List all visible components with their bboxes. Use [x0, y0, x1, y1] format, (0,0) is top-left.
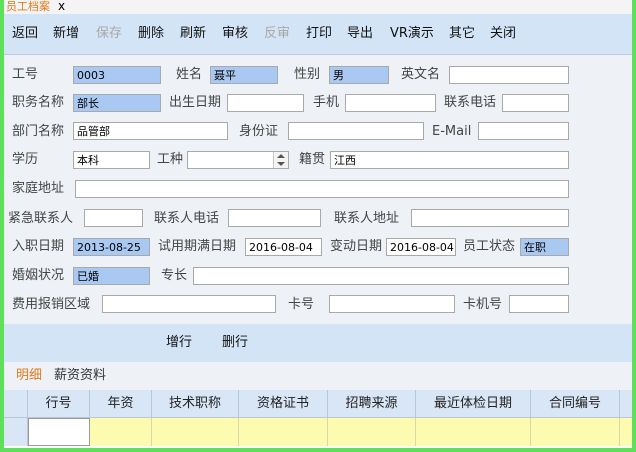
tab-employee-file[interactable]: 员工档案: [6, 0, 50, 14]
cell-certificate[interactable]: [239, 418, 328, 446]
expense-field[interactable]: [102, 295, 276, 313]
card-field[interactable]: [329, 295, 455, 313]
detail-tabs: 明细 薪资资料: [4, 362, 632, 388]
change-label: 变动日期: [330, 239, 383, 254]
export-button[interactable]: 导出: [347, 14, 373, 54]
cell-tech-title[interactable]: [152, 418, 239, 446]
window: 员工档案 x 返回 新增 保存 删除 刷新 审核 反审 打印 导出 VR演示 其…: [4, 0, 632, 448]
name-label: 姓名: [176, 67, 203, 82]
eng-name-label: 英文名: [401, 67, 441, 82]
jobtype-label: 工种: [157, 152, 184, 167]
col-header-contract-no[interactable]: 合同编号: [531, 390, 620, 418]
expense-label: 费用报销区域: [12, 297, 91, 312]
contact-addr-label: 联系人地址: [334, 211, 400, 226]
email-field[interactable]: [478, 122, 569, 140]
grid-header-filler: [620, 390, 632, 418]
audit-button[interactable]: 审核: [222, 14, 248, 54]
row-toolbar: 增行 删行: [4, 324, 632, 362]
print-button[interactable]: 打印: [306, 14, 332, 54]
birth-label: 出生日期: [169, 95, 222, 110]
change-field[interactable]: 2016-08-04: [386, 238, 456, 256]
refresh-button[interactable]: 刷新: [180, 14, 206, 54]
hire-field[interactable]: 2013-08-25: [73, 238, 150, 256]
tab-close-icon[interactable]: x: [58, 0, 65, 14]
col-header-row-no[interactable]: 行号: [28, 390, 90, 418]
eng-name-field[interactable]: [449, 66, 569, 84]
dept-field[interactable]: 品管部: [73, 122, 228, 140]
grid-corner: [4, 390, 28, 418]
marital-field[interactable]: 已婚: [73, 267, 150, 285]
cell-filler: [620, 418, 632, 446]
add-button[interactable]: 新增: [53, 14, 79, 54]
main-toolbar: 返回 新增 保存 删除 刷新 审核 反审 打印 导出 VR演示 其它 关闭: [4, 14, 632, 55]
dept-label: 部门名称: [12, 124, 65, 139]
back-button[interactable]: 返回: [12, 14, 38, 54]
edu-label: 学历: [12, 152, 39, 167]
col-header-recruit-source[interactable]: 招聘来源: [328, 390, 416, 418]
detail-grid: 行号 年资 技术职称 资格证书 招聘来源 最近体检日期 合同编号: [4, 390, 632, 448]
close-button[interactable]: 关闭: [490, 14, 516, 54]
col-header-tech-title[interactable]: 技术职称: [152, 390, 239, 418]
contact-phone-field[interactable]: [228, 209, 321, 227]
contact-addr-field[interactable]: [411, 209, 569, 227]
mobile-label: 手机: [313, 95, 340, 110]
spinner-arrows-icon[interactable]: [273, 152, 288, 168]
card-label: 卡号: [288, 297, 315, 312]
marital-label: 婚姻状况: [12, 268, 65, 283]
tab-strip: 员工档案 x: [4, 0, 632, 14]
delete-button[interactable]: 删除: [138, 14, 164, 54]
specialty-field[interactable]: [193, 267, 569, 285]
gender-field[interactable]: 男: [329, 66, 389, 84]
col-header-checkup-date[interactable]: 最近体检日期: [416, 390, 531, 418]
phone-field[interactable]: [502, 94, 569, 112]
cell-checkup-date[interactable]: [416, 418, 531, 446]
address-field[interactable]: [75, 180, 569, 198]
cell-row-no[interactable]: [28, 418, 90, 446]
status-label: 员工状态: [463, 239, 516, 254]
name-field[interactable]: 聂平: [210, 66, 278, 84]
title-field[interactable]: 部长: [73, 94, 161, 112]
emp-no-label: 工号: [12, 67, 39, 82]
title-label: 职务名称: [12, 95, 65, 110]
tab-details[interactable]: 明细: [16, 366, 42, 386]
status-field[interactable]: 在职: [520, 238, 569, 256]
email-label: E-Mail: [432, 124, 472, 139]
save-button[interactable]: 保存: [96, 14, 122, 54]
cell-recruit-source[interactable]: [328, 418, 416, 446]
origin-label: 籍贯: [299, 152, 326, 167]
clock-field[interactable]: [509, 295, 569, 313]
emp-no-field[interactable]: 0003: [73, 66, 161, 84]
col-header-seniority[interactable]: 年资: [90, 390, 152, 418]
employee-form: 工号 0003 姓名 聂平 性别 男 英文名 职务名称 部长 出生日期 手机 联…: [4, 55, 632, 323]
specialty-label: 专长: [161, 268, 188, 283]
contact-phone-label: 联系人电话: [154, 211, 220, 226]
cell-seniority[interactable]: [90, 418, 152, 446]
hire-label: 入职日期: [12, 239, 65, 254]
emergency-label: 紧急联系人: [8, 211, 74, 226]
origin-field[interactable]: 江西: [330, 151, 569, 169]
birth-field[interactable]: [227, 94, 304, 112]
idcard-label: 身份证: [239, 124, 279, 139]
delete-row-button[interactable]: 删行: [222, 324, 248, 362]
other-button[interactable]: 其它: [449, 14, 475, 54]
col-header-certificate[interactable]: 资格证书: [239, 390, 328, 418]
tab-salary[interactable]: 薪资资料: [54, 366, 106, 386]
mobile-field[interactable]: [345, 94, 436, 112]
probation-field[interactable]: 2016-08-04: [245, 238, 322, 256]
emergency-field[interactable]: [84, 209, 143, 227]
add-row-button[interactable]: 增行: [166, 324, 192, 362]
edu-field[interactable]: 本科: [73, 151, 150, 169]
address-label: 家庭地址: [12, 181, 65, 196]
gender-label: 性别: [294, 67, 321, 82]
jobtype-spinner[interactable]: [187, 151, 289, 169]
row-indicator[interactable]: [4, 418, 28, 446]
vr-demo-button[interactable]: VR演示: [390, 14, 434, 54]
idcard-field[interactable]: [288, 122, 424, 140]
probation-label: 试用期满日期: [158, 239, 237, 254]
phone-label: 联系电话: [444, 95, 497, 110]
unaudit-button[interactable]: 反审: [264, 14, 290, 54]
cell-contract-no[interactable]: [531, 418, 620, 446]
clock-label: 卡机号: [463, 297, 503, 312]
